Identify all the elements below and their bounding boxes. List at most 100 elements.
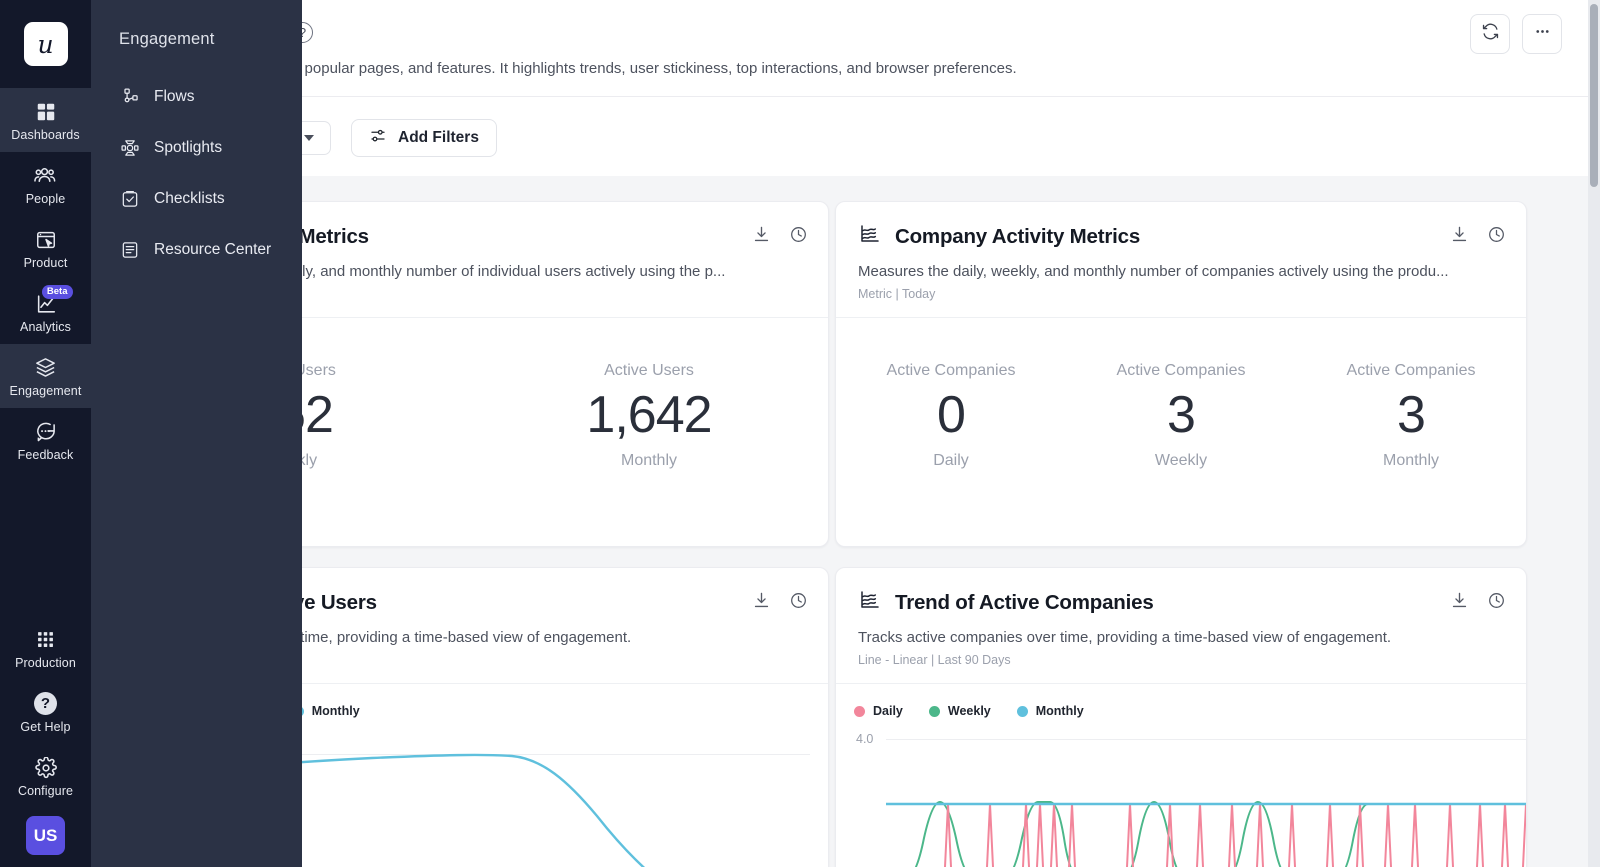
clock-icon[interactable] xyxy=(789,225,808,249)
line-chart-icon xyxy=(858,588,882,617)
filter-bar: Add Filters xyxy=(91,96,1588,176)
vertical-scrollbar[interactable] xyxy=(1588,0,1600,867)
chart-plot-area: 4.0 xyxy=(836,718,1526,867)
card-title-row: Company Activity Metrics xyxy=(858,222,1504,251)
dashboard-description-row: This dashboard tracks user and company e… xyxy=(91,60,1588,77)
download-icon[interactable] xyxy=(1450,225,1469,249)
sidebar-item-label: Production xyxy=(15,656,76,670)
sidebar-item-label: Product xyxy=(24,256,68,270)
chevron-down-icon xyxy=(304,135,314,141)
metric-period: Weekly xyxy=(1066,452,1296,470)
series-daily xyxy=(886,804,1526,867)
submenu-item-label: Spotlights xyxy=(154,139,222,157)
more-horizontal-icon xyxy=(1533,22,1552,46)
metric-label: Active Users xyxy=(470,362,828,380)
metric-cell: Active Companies 0 Daily xyxy=(836,362,1066,470)
legend-label: Monthly xyxy=(1036,704,1084,718)
legend-dot-daily xyxy=(854,706,865,717)
sidebar-item-engagement[interactable]: Engagement xyxy=(0,344,91,408)
legend-item[interactable]: Monthly xyxy=(1017,704,1084,718)
refresh-icon xyxy=(1481,22,1500,46)
product-window-icon xyxy=(35,227,57,253)
chat-bubble-icon xyxy=(34,419,57,445)
analytics-chart-icon: Beta xyxy=(35,291,57,317)
sidebar-item-production[interactable]: Production xyxy=(0,616,91,680)
legend-item[interactable]: Monthly xyxy=(293,704,360,718)
metric-period: Monthly xyxy=(1296,452,1526,470)
card-title-row: Trend of Active Companies xyxy=(858,588,1504,617)
legend-dot-monthly xyxy=(1017,706,1028,717)
metric-value: 3 xyxy=(1296,386,1526,446)
series-weekly xyxy=(886,802,1527,867)
checklist-icon xyxy=(119,188,140,209)
submenu-item-resource-center[interactable]: Resource Center xyxy=(91,224,302,275)
metric-period: Monthly xyxy=(470,452,828,470)
sidebar-item-feedback[interactable]: Feedback xyxy=(0,408,91,472)
submenu-item-flows[interactable]: Flows xyxy=(91,71,302,122)
engagement-submenu-panel: Engagement Flows xyxy=(91,0,302,867)
card-header: Company Activity Metrics Measures the da… xyxy=(836,202,1526,317)
layers-icon xyxy=(34,355,57,381)
card-subtitle: Tracks active companies over time, provi… xyxy=(858,629,1504,646)
more-options-button[interactable] xyxy=(1522,14,1562,54)
submenu-item-checklists[interactable]: Checklists xyxy=(91,173,302,224)
sidebar-item-dashboards[interactable]: Dashboards xyxy=(0,88,91,152)
beta-badge: Beta xyxy=(42,285,73,299)
sidebar-item-label: People xyxy=(26,192,66,206)
question-circle-icon: ? xyxy=(34,691,57,717)
card-trend-of-active-companies[interactable]: Trend of Active Companies Tracks active … xyxy=(835,567,1527,867)
dashboard-header-row: ? xyxy=(91,0,1588,58)
card-title: Trend of Active Companies xyxy=(895,591,1154,615)
sidebar-item-configure[interactable]: Configure xyxy=(0,744,91,808)
sidebar-footer-nav: Production ? Get Help Configure US xyxy=(0,616,91,867)
sidebar-nav: Dashboards People xyxy=(0,88,91,472)
add-filters-button[interactable]: Add Filters xyxy=(351,119,497,157)
line-chart-icon xyxy=(858,222,882,251)
card-tools xyxy=(752,225,808,249)
legend-item[interactable]: Weekly xyxy=(929,704,991,718)
add-filters-label: Add Filters xyxy=(398,129,479,147)
card-tools xyxy=(1450,591,1506,615)
clock-icon[interactable] xyxy=(1487,591,1506,615)
card-body: Active Companies 0 Daily Active Companie… xyxy=(836,317,1526,472)
metric-label: Active Companies xyxy=(1296,362,1526,380)
metric-period: Daily xyxy=(836,452,1066,470)
main-content: ? xyxy=(91,0,1600,867)
metric-label: Active Companies xyxy=(1066,362,1296,380)
scrollbar-thumb[interactable] xyxy=(1590,4,1598,187)
sidebar-item-get-help[interactable]: ? Get Help xyxy=(0,680,91,744)
download-icon[interactable] xyxy=(752,225,771,249)
dashboard-card-grid: User Activity Metrics Measures the daily… xyxy=(91,177,1588,867)
clock-icon[interactable] xyxy=(789,591,808,615)
sidebar-item-analytics[interactable]: Beta Analytics xyxy=(0,280,91,344)
dashboard-header: ? xyxy=(91,0,1588,96)
sidebar-item-label: Engagement xyxy=(10,384,82,398)
metric-row: Active Companies 0 Daily Active Companie… xyxy=(836,318,1526,472)
download-icon[interactable] xyxy=(752,591,771,615)
dashboard-header-actions xyxy=(1470,14,1562,54)
grid-dots-icon xyxy=(35,627,56,653)
metric-cell: Active Companies 3 Weekly xyxy=(1066,362,1296,470)
legend-item[interactable]: Daily xyxy=(854,704,903,718)
avatar[interactable]: US xyxy=(26,816,65,855)
refresh-button[interactable] xyxy=(1470,14,1510,54)
question-mark-glyph: ? xyxy=(34,692,57,715)
card-header: Trend of Active Companies Tracks active … xyxy=(836,568,1526,683)
card-tools xyxy=(752,591,808,615)
people-icon xyxy=(34,163,57,189)
legend-label: Daily xyxy=(873,704,903,718)
sidebar-item-label: Feedback xyxy=(18,448,74,462)
flows-node-icon xyxy=(119,86,140,107)
submenu-item-label: Checklists xyxy=(154,190,225,208)
submenu-item-spotlights[interactable]: Spotlights xyxy=(91,122,302,173)
card-company-activity-metrics[interactable]: Company Activity Metrics Measures the da… xyxy=(835,201,1527,547)
submenu-item-label: Flows xyxy=(154,88,194,106)
app-logo[interactable]: u xyxy=(24,22,68,66)
download-icon[interactable] xyxy=(1450,591,1469,615)
primary-sidebar: u Dashboards xyxy=(0,0,91,867)
clock-icon[interactable] xyxy=(1487,225,1506,249)
sidebar-item-people[interactable]: People xyxy=(0,152,91,216)
sidebar-item-product[interactable]: Product xyxy=(0,216,91,280)
sidebar-item-label: Dashboards xyxy=(11,128,79,142)
dashboards-grid-icon xyxy=(35,99,57,125)
